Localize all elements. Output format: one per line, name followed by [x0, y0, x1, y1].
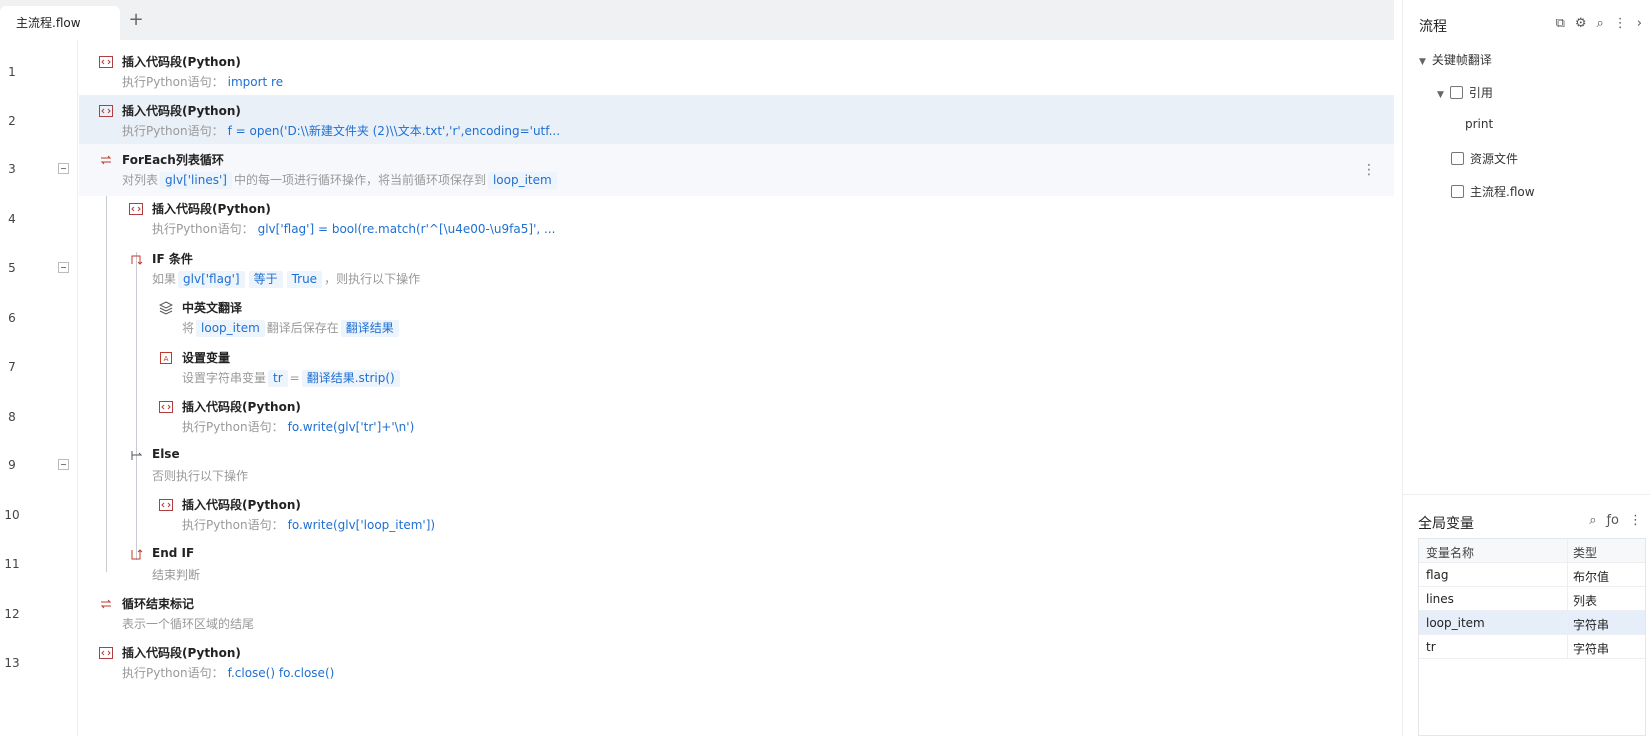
step-description: 对列表 glv['lines'] 中的每一项进行循环操作，将当前循环项保存到 loop… [122, 171, 559, 189]
flow-step[interactable]: 插入代码段(Python) 执行Python语句： glv['flag'] = b… [79, 193, 1394, 245]
step-title: 插入代码段(Python) [182, 498, 301, 512]
tree-node-resources[interactable]: 资源文件 [1451, 150, 1518, 167]
step-title: IF 条件 [152, 252, 193, 266]
panel-toolbar: ⧉ ⚙ ⌕ ⋮ › [1556, 16, 1642, 31]
line-number: 9 [8, 458, 16, 472]
flow-step[interactable]: IF 条件 如果 glv['flag'] 等于 True ，则执行以下操作 [79, 243, 1394, 295]
flow-step[interactable]: 插入代码段(Python) 执行Python语句： f.close() fo.cl… [79, 637, 1394, 689]
reference-icon [1449, 86, 1463, 99]
step-title: 循环结束标记 [122, 597, 195, 611]
step-description: 结束判断 [152, 568, 201, 582]
caret-down-icon: ▼ [1419, 57, 1426, 67]
line-number: 7 [8, 360, 16, 374]
flow-step[interactable]: 循环结束标记 表示一个循环区域的结尾 [79, 588, 1394, 640]
step-description: 执行Python语句： import re [122, 75, 284, 89]
tab-main-flow[interactable]: 主流程.flow [0, 6, 120, 40]
fold-toggle[interactable] [58, 262, 69, 273]
step-description: 执行Python语句： fo.write(glv['loop_item']) [182, 518, 436, 532]
flow-step[interactable]: A 设置变量 设置字符串变量 tr = 翻译结果.strip() [79, 342, 1394, 394]
fold-toggle[interactable] [58, 459, 69, 470]
loop-icon [100, 155, 112, 165]
tab-bar: 主流程.flow + [0, 0, 1394, 40]
loop-icon [100, 599, 112, 609]
tree-node-main-flow[interactable]: 主流程.flow [1451, 183, 1535, 200]
line-number: 5 [8, 261, 16, 275]
code-icon [99, 56, 113, 68]
line-number: 13 [4, 656, 20, 670]
settings-icon[interactable]: ⚙ [1575, 16, 1587, 31]
flow-step[interactable]: 插入代码段(Python) 执行Python语句： fo.write(glv['t… [79, 391, 1394, 443]
code-icon [159, 401, 173, 413]
step-description: 执行Python语句： glv['flag'] = bool(re.match(r… [152, 222, 556, 236]
step-description: 将 loop_item 翻译后保存在 翻译结果 [182, 319, 401, 337]
line-gutter: 1 2 3 4 5 6 7 8 9 10 11 12 13 [0, 40, 78, 736]
tree-node-print[interactable]: print [1465, 117, 1493, 131]
more-icon[interactable]: ⋮ [1614, 16, 1627, 31]
line-number: 12 [4, 607, 20, 621]
step-description: 执行Python语句： fo.write(glv['tr']+'\n') [182, 420, 415, 434]
step-description: 执行Python语句： f = open('D:\\新建文件夹 (2)\\文本.t… [122, 124, 561, 138]
code-icon [159, 499, 173, 511]
flow-step[interactable]: ForEach列表循环 对列表 glv['lines'] 中的每一项进行循环操作，将… [79, 144, 1394, 196]
app-root: 主流程.flow + 1 2 3 4 5 6 7 8 9 10 11 12 13 [0, 0, 1650, 736]
step-title: ForEach列表循环 [122, 153, 224, 167]
variable-icon: A [160, 352, 172, 364]
step-title: 插入代码段(Python) [122, 646, 241, 660]
step-title: End IF [152, 546, 195, 560]
flow-step[interactable]: End IF 结束判断 [79, 539, 1394, 591]
fold-toggle[interactable] [58, 163, 69, 174]
flow-step[interactable]: Else 否则执行以下操作 [79, 440, 1394, 492]
flow-step[interactable]: 插入代码段(Python) 执行Python语句： import re [79, 46, 1394, 98]
flow-lines: 插入代码段(Python) 执行Python语句： import re 插入代码段… [79, 40, 1394, 736]
step-title: 设置变量 [182, 351, 231, 365]
else-icon [131, 451, 143, 460]
step-description: 否则执行以下操作 [152, 469, 249, 483]
flow-step[interactable]: 插入代码段(Python) 执行Python语句： fo.write(glv['l… [79, 489, 1394, 541]
svg-text:A: A [164, 355, 169, 363]
line-number: 1 [8, 65, 16, 79]
panel-title: 流程 [1419, 19, 1447, 35]
add-tab-button[interactable]: + [126, 10, 146, 30]
step-description: 表示一个循环区域的结尾 [122, 617, 255, 631]
step-description: 如果 glv['flag'] 等于 True ，则执行以下操作 [152, 271, 421, 288]
step-title: 插入代码段(Python) [152, 202, 271, 216]
chevron-right-icon[interactable]: › [1637, 16, 1642, 31]
translate-icon [159, 301, 173, 315]
line-number: 2 [8, 114, 16, 128]
panel-divider[interactable] [1402, 494, 1650, 495]
step-title: 插入代码段(Python) [122, 55, 241, 69]
flow-icon [1451, 185, 1464, 198]
if-icon [131, 255, 143, 265]
caret-down-icon: ▼ [1437, 90, 1444, 100]
line-number: 3 [8, 162, 16, 176]
tree-node-ref[interactable]: ▼ 引用 [1437, 84, 1493, 101]
endif-icon [131, 549, 143, 560]
flow-editor: 主流程.flow + 1 2 3 4 5 6 7 8 9 10 11 12 13 [0, 0, 1394, 736]
flow-step[interactable]: 中英文翻译 将 loop_item 翻译后保存在 翻译结果 [79, 292, 1394, 344]
line-number: 11 [4, 557, 20, 571]
code-icon [99, 105, 113, 117]
step-title: 插入代码段(Python) [182, 400, 301, 414]
flow-step[interactable]: 插入代码段(Python) 执行Python语句： f = open('D:\\新… [79, 95, 1394, 147]
code-icon [129, 203, 143, 215]
code-icon [99, 647, 113, 659]
step-title: 插入代码段(Python) [122, 104, 241, 118]
tree-node-root[interactable]: ▼ 关键帧翻译 [1419, 51, 1492, 68]
layers-icon[interactable]: ⧉ [1556, 16, 1565, 31]
line-number: 8 [8, 410, 16, 424]
line-number: 4 [8, 212, 16, 226]
step-title: Else [152, 447, 180, 461]
search-icon[interactable]: ⌕ [1597, 16, 1604, 31]
side-panel: 流程 ⧉ ⚙ ⌕ ⋮ › ▼ 关键帧翻译 ▼ 引用 print 资源文件 主流程.f… [1402, 0, 1650, 736]
step-description: 执行Python语句： f.close() fo.close() [122, 666, 335, 680]
more-icon[interactable]: ⋮ [1362, 162, 1376, 178]
folder-icon [1451, 152, 1464, 165]
step-title: 中英文翻译 [182, 301, 243, 315]
step-description: 设置字符串变量 tr = 翻译结果.strip() [182, 369, 402, 387]
line-number: 10 [4, 508, 20, 522]
line-number: 6 [8, 311, 16, 325]
